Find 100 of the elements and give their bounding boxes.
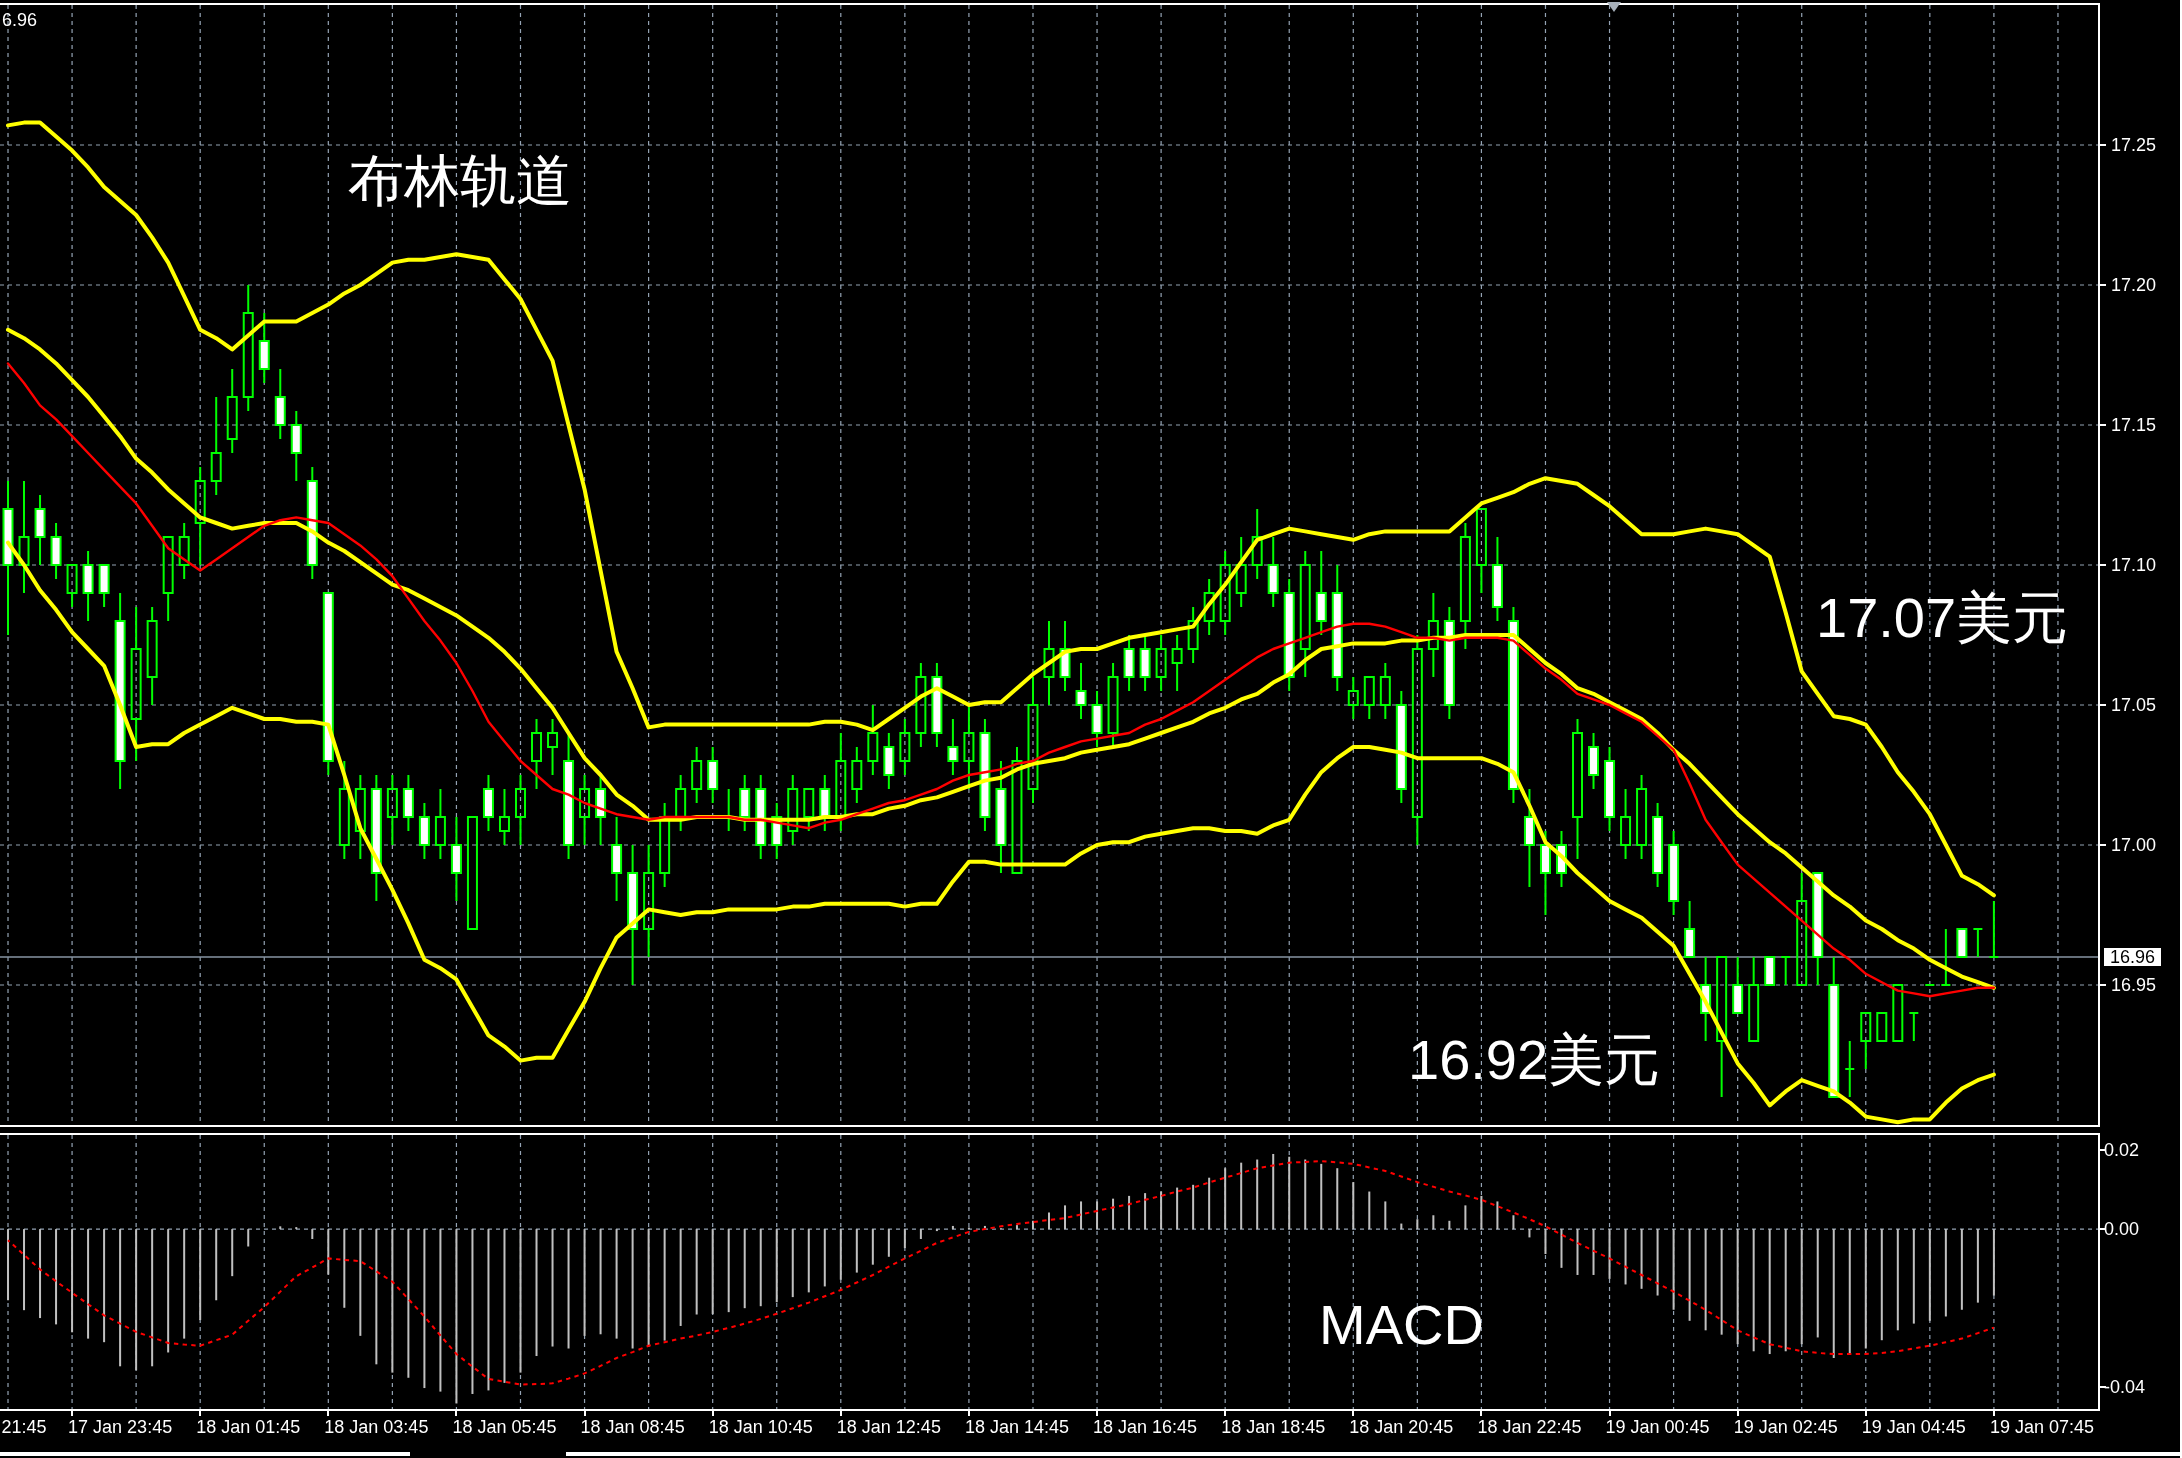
bar [1015,1225,1018,1230]
bar [1272,1153,1275,1230]
candlestick [1459,522,1471,650]
bar [1031,1220,1034,1230]
candlestick [579,774,591,846]
bar [1512,1215,1515,1230]
axis-label: 18 Jan 22:45 [1477,1417,1582,1437]
candlestick [1203,578,1215,636]
bar [1352,1182,1355,1230]
corner-label: 6.96 [2,10,38,30]
axis-label: 0.02 [2104,1140,2140,1160]
bar [1256,1159,1259,1230]
bar [215,1229,218,1301]
triangle-marker-icon [1607,2,1621,12]
candlestick [146,606,158,706]
bar [1784,1229,1787,1352]
candlestick [1620,788,1632,860]
bar [327,1229,330,1275]
bar [1384,1201,1387,1230]
axis-label: 18 Jan 08:45 [580,1417,685,1437]
bar [423,1229,426,1389]
bar [551,1229,554,1347]
candlestick [322,592,334,776]
candlestick [995,760,1007,874]
bar [1416,1219,1419,1230]
axis-label: 17.25 [2111,135,2157,155]
bar [1736,1229,1739,1345]
candlestick [1940,928,1952,986]
bar [1976,1229,1979,1303]
candlestick [1027,676,1039,804]
bar [391,1229,394,1373]
bar [1880,1229,1883,1341]
bar [1624,1229,1627,1285]
candlestick [1572,718,1583,860]
candlestick [1363,676,1375,720]
candlestick [883,732,895,790]
bar [279,1226,282,1230]
bar [1800,1229,1803,1345]
candlestick [1427,592,1439,678]
candlestick [867,704,879,776]
candlestick [370,774,382,902]
axis-label: 17.00 [2111,835,2157,855]
candlestick [1443,606,1455,720]
candlestick [707,746,719,804]
candlestick [226,368,238,454]
bar [519,1229,522,1373]
bar [151,1229,154,1367]
candlestick [643,844,655,958]
candlestick [659,802,671,888]
candlestick [1956,928,1968,958]
candlestick [611,816,623,902]
price-annotation: 17.07美元 [1816,590,2069,646]
candlestick [418,802,430,860]
axis-label: 19 Jan 00:45 [1605,1417,1710,1437]
candlestick [627,844,639,986]
axis-label: 19 Jan 07:45 [1989,1417,2094,1437]
candlestick [290,410,302,482]
bar [7,1229,10,1301]
bar [1080,1201,1083,1230]
bar [1608,1229,1611,1279]
axis-label: 17.05 [2111,695,2157,715]
axis-label: 18 Jan 20:45 [1349,1417,1454,1437]
bar [503,1229,506,1383]
candlestick [1732,956,1744,1014]
bar [55,1229,58,1325]
bar [1992,1229,1995,1296]
bar [343,1229,346,1308]
candlestick [178,522,190,580]
bar [567,1229,570,1349]
bar [1064,1205,1067,1230]
bar [1336,1168,1339,1230]
candlestick [787,774,799,846]
candlestick [162,536,174,622]
bar [1544,1229,1547,1255]
bar [1656,1229,1659,1296]
bar [1592,1229,1595,1275]
bar [1640,1229,1643,1289]
bar [1176,1187,1179,1230]
bar [23,1229,26,1311]
bar [535,1229,538,1357]
axis-label: 16.95 [2111,975,2157,995]
axis-label: 19 Jan 04:45 [1861,1417,1966,1437]
candlestick [1972,928,1984,958]
bar [583,1229,586,1336]
candlestick [1860,1012,1872,1070]
candlestick [130,606,142,762]
bar [839,1229,842,1280]
candlestick [82,550,94,622]
bar [1144,1193,1147,1230]
axis-label: 18 Jan 03:45 [324,1417,429,1437]
candlestick [1796,872,1808,986]
bar [1688,1229,1691,1321]
candlestick [34,494,46,566]
candlestick [386,774,398,846]
bar [1560,1229,1563,1268]
candlestick [1011,746,1023,874]
bar [1240,1162,1243,1230]
candlestick [963,704,975,790]
bar [39,1229,42,1319]
candlestick [547,718,559,776]
